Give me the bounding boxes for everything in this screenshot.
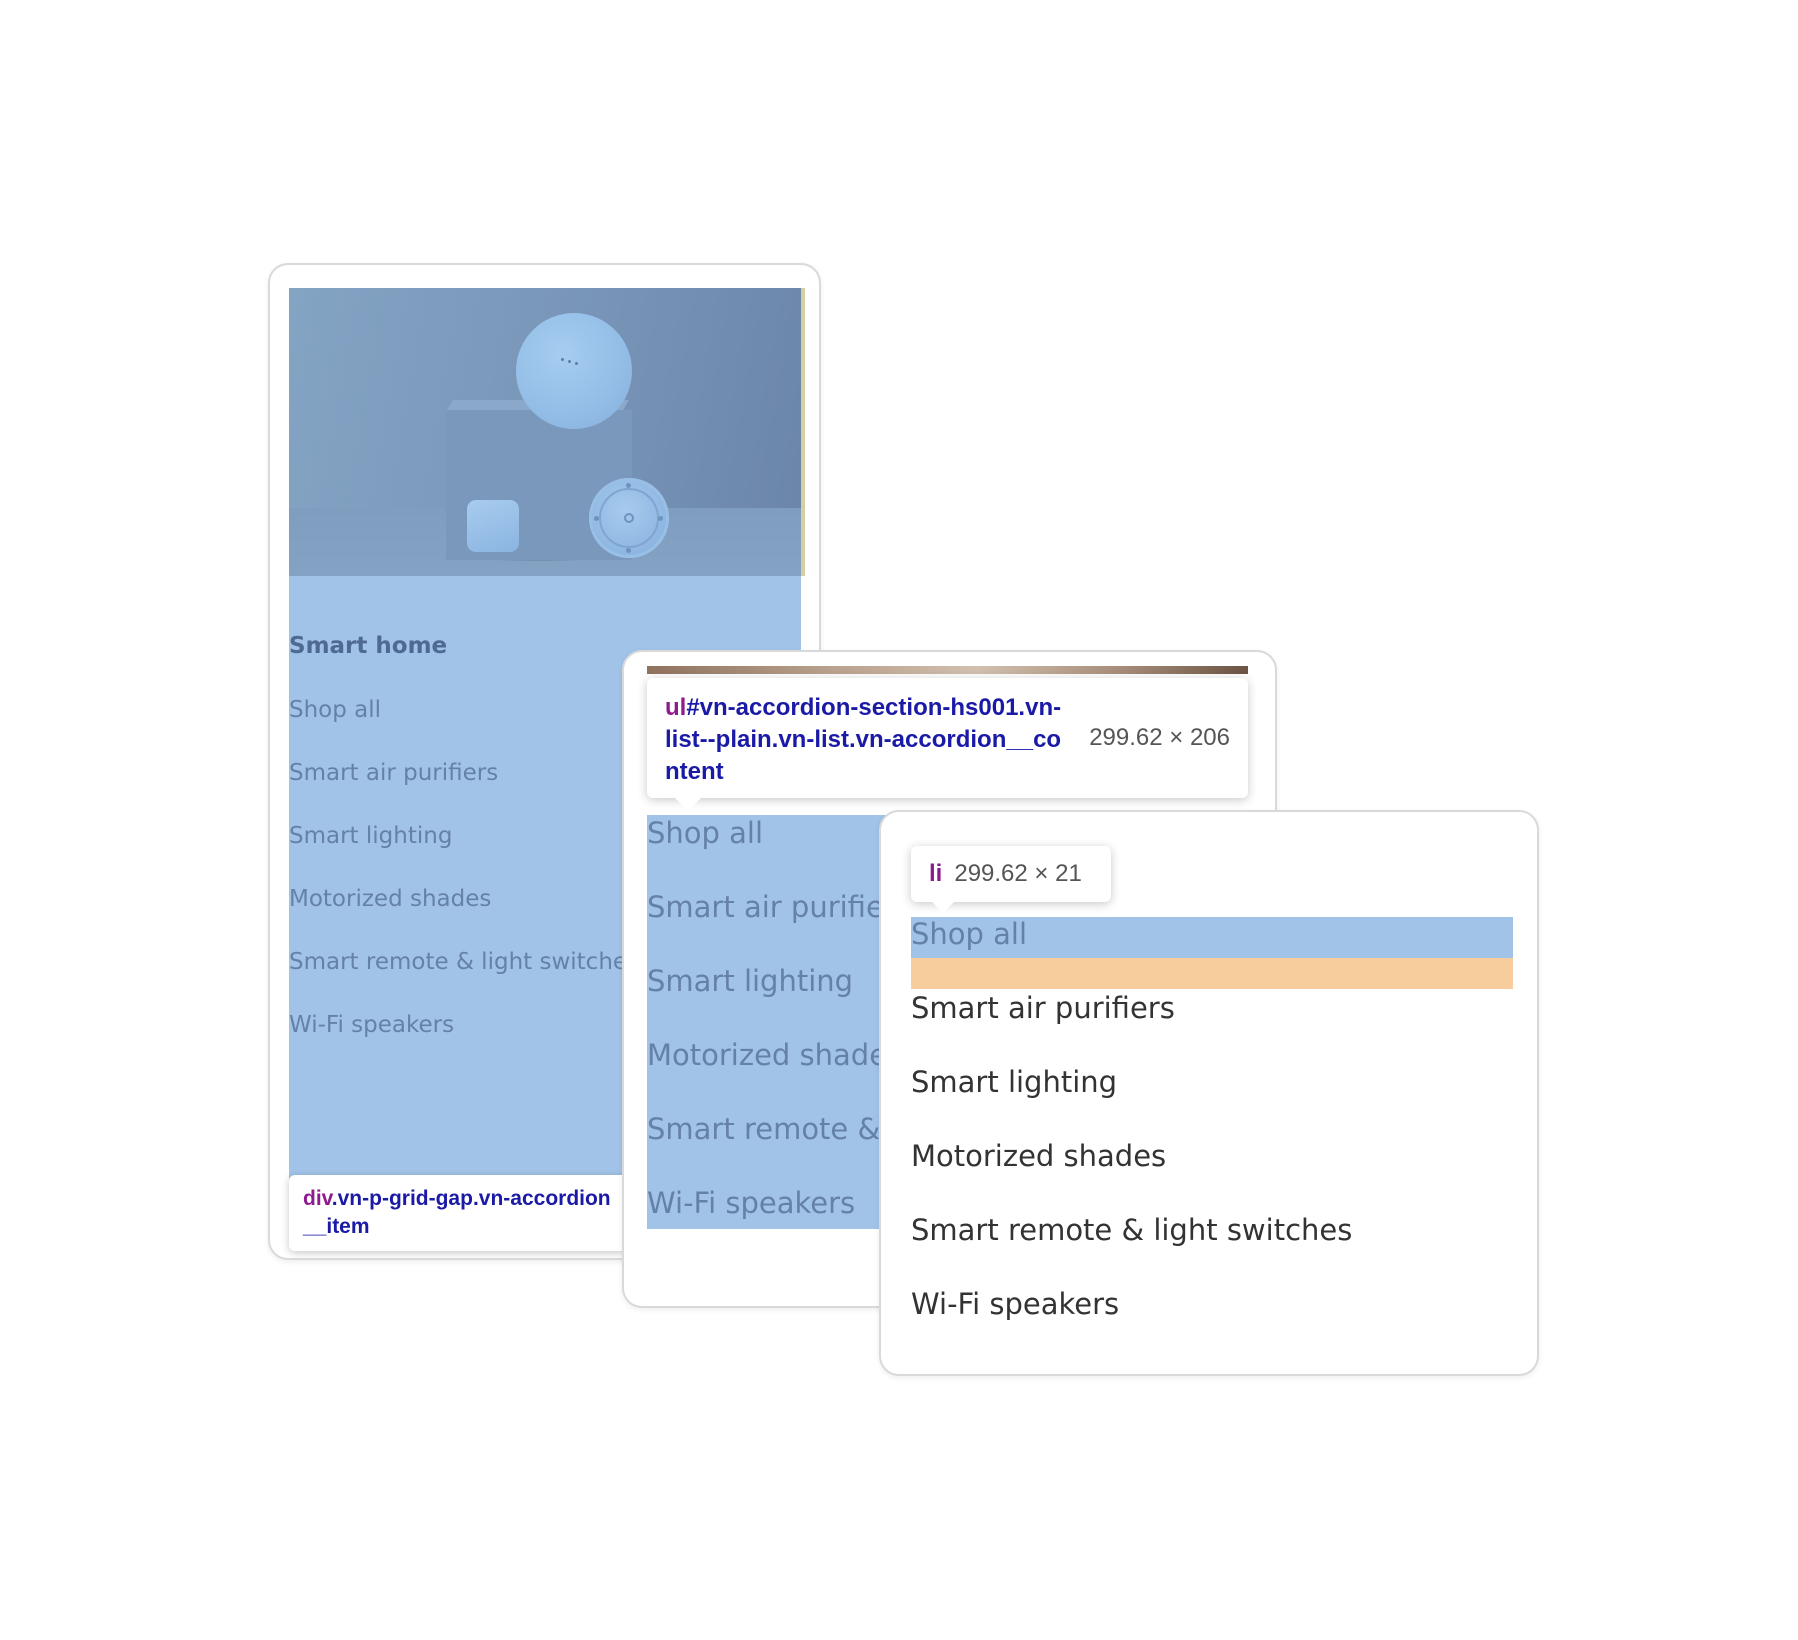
puck-dot bbox=[561, 358, 564, 361]
tooltip-arrow bbox=[674, 797, 702, 811]
section-title: Smart home bbox=[289, 633, 448, 659]
dial-center bbox=[624, 513, 634, 523]
dial-dot bbox=[626, 548, 631, 553]
list-item-wifi-speakers[interactable]: Wi-Fi speakers bbox=[911, 1287, 1119, 1321]
list-item-shop-all[interactable]: Shop all bbox=[911, 917, 1027, 951]
nav-link-shop-all[interactable]: Shop all bbox=[289, 697, 381, 723]
list-item-card: Shop all Smart air purifiers Smart light… bbox=[879, 810, 1539, 1376]
list-link-shop-all[interactable]: Shop all bbox=[647, 816, 763, 850]
tooltip-element-tag: ul bbox=[665, 694, 687, 721]
nav-link-smart-remote-light-switches[interactable]: Smart remote & light switches bbox=[289, 949, 639, 975]
tooltip-selector-text: ul#vn-accordion-section-hs001.vn-list--p… bbox=[665, 692, 1065, 788]
inspector-tooltip: ul#vn-accordion-section-hs001.vn-list--p… bbox=[647, 678, 1248, 798]
list-link-smart-lighting[interactable]: Smart lighting bbox=[647, 964, 853, 998]
tooltip-selector: #vn-accordion-section-hs001.vn-list--pla… bbox=[665, 694, 1062, 785]
list-item-smart-remote-light-switches[interactable]: Smart remote & light switches bbox=[911, 1213, 1352, 1247]
nav-link-smart-air-purifiers[interactable]: Smart air purifiers bbox=[289, 760, 498, 786]
tooltip-element-tag: div bbox=[303, 1187, 332, 1210]
hero-image-edge bbox=[801, 288, 805, 576]
nav-link-motorized-shades[interactable]: Motorized shades bbox=[289, 886, 491, 912]
smart-home-hero-image bbox=[289, 288, 801, 576]
list-item-motorized-shades[interactable]: Motorized shades bbox=[911, 1139, 1166, 1173]
nav-link-smart-lighting[interactable]: Smart lighting bbox=[289, 823, 452, 849]
dial-dot bbox=[594, 516, 599, 521]
list-link-motorized-shades[interactable]: Motorized shades bbox=[647, 1038, 902, 1072]
list-item-smart-lighting[interactable]: Smart lighting bbox=[911, 1065, 1117, 1099]
nav-link-wifi-speakers[interactable]: Wi-Fi speakers bbox=[289, 1012, 454, 1038]
image-strip bbox=[647, 666, 1248, 674]
tooltip-element-tag: li bbox=[929, 860, 943, 887]
inspector-tooltip: div.vn-p-grid-gap.vn-accordion__item bbox=[289, 1175, 629, 1251]
tooltip-dimensions: 299.62 × 21 bbox=[954, 860, 1082, 887]
margin-highlight-overlay bbox=[911, 958, 1513, 989]
inspector-tooltip: li 299.62 × 21 bbox=[911, 846, 1111, 902]
list-link-smart-air-purifiers[interactable]: Smart air purifiers bbox=[647, 890, 911, 924]
dial-dot bbox=[658, 516, 663, 521]
puck-dot bbox=[568, 360, 571, 363]
puck-dot bbox=[575, 362, 578, 365]
tooltip-dimensions: 299.62 × 206 bbox=[1089, 724, 1230, 751]
smart-sensor-cube bbox=[467, 500, 519, 552]
list-item-smart-air-purifiers[interactable]: Smart air purifiers bbox=[911, 991, 1175, 1025]
dial-dot bbox=[626, 483, 631, 488]
smart-speaker-puck bbox=[516, 313, 632, 429]
tooltip-arrow bbox=[931, 901, 955, 913]
list-link-wifi-speakers[interactable]: Wi-Fi speakers bbox=[647, 1186, 855, 1220]
content-highlight-overlay bbox=[647, 815, 892, 1229]
tooltip-selector: .vn-p-grid-gap.vn-accordion__item bbox=[303, 1187, 611, 1238]
